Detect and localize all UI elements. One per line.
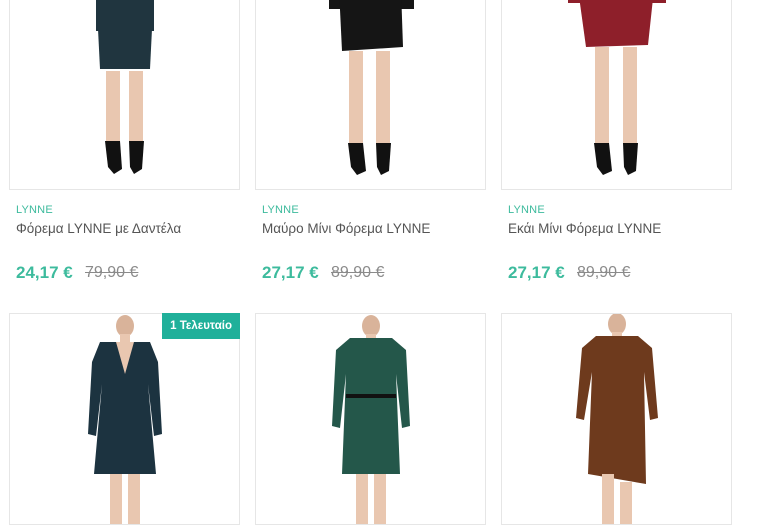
- product-price: 24,17 €: [16, 263, 73, 282]
- product-image[interactable]: [255, 313, 486, 525]
- product-title[interactable]: Εκάι Μίνι Φόρεμα LYNNE: [508, 221, 661, 236]
- product-old-price: 89,90 €: [577, 264, 631, 281]
- dress-photo: [96, 0, 154, 174]
- dress-photo: [332, 315, 410, 524]
- last-item-badge: 1 Τελευταίο: [162, 313, 240, 339]
- product-image[interactable]: [9, 0, 240, 190]
- product-image[interactable]: [9, 313, 240, 525]
- dress-photo: [576, 314, 658, 524]
- dress-photo: [88, 315, 162, 524]
- product-title[interactable]: Μαύρο Μίνι Φόρεμα LYNNE: [262, 221, 430, 236]
- product-brand[interactable]: LYNNE: [508, 204, 545, 216]
- product-brand[interactable]: LYNNE: [262, 204, 299, 216]
- product-price: 27,17 €: [262, 263, 319, 282]
- product-old-price: 89,90 €: [331, 264, 385, 281]
- dress-photo: [329, 0, 414, 175]
- product-old-price: 79,90 €: [85, 264, 139, 281]
- dress-photo: [568, 0, 666, 175]
- product-price: 27,17 €: [508, 263, 565, 282]
- product-image[interactable]: [501, 0, 732, 190]
- product-image[interactable]: [501, 313, 732, 525]
- product-title[interactable]: Φόρεμα LYNNE με Δαντέλα: [16, 221, 181, 236]
- product-image[interactable]: [255, 0, 486, 190]
- product-brand[interactable]: LYNNE: [16, 204, 53, 216]
